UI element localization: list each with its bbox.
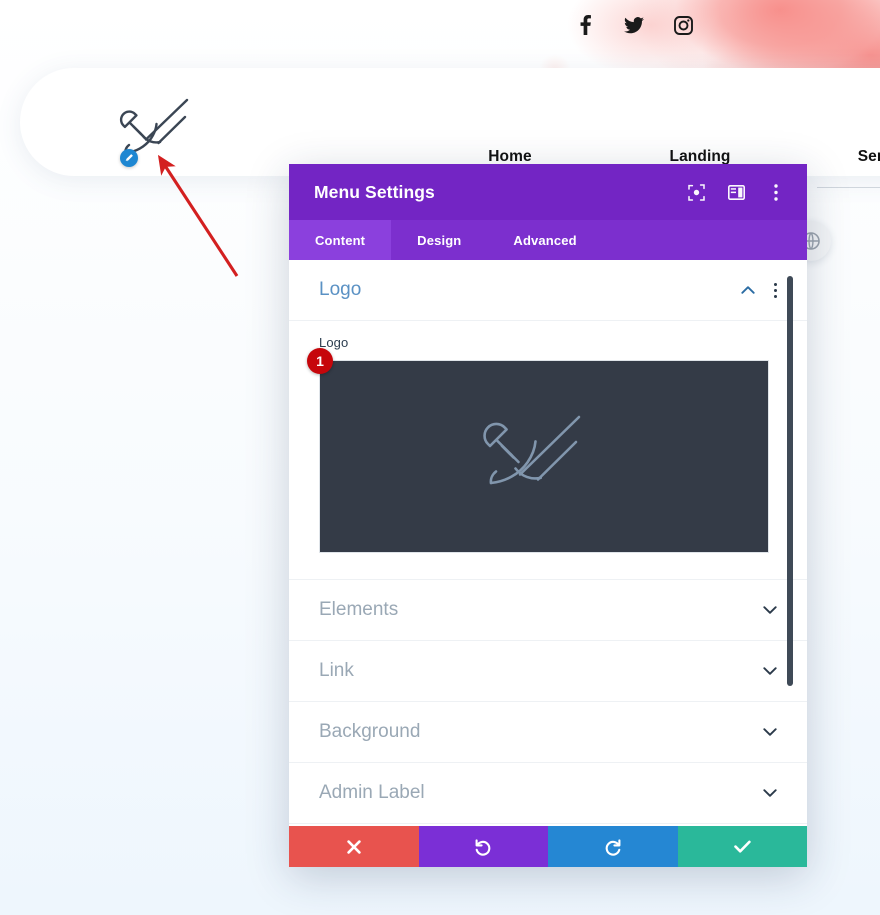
nav-label: Home xyxy=(488,148,532,165)
section-link[interactable]: Link xyxy=(289,641,807,702)
section-logo-actions xyxy=(741,282,777,298)
instagram-icon[interactable] xyxy=(673,13,693,37)
modal-scrollbar-thumb[interactable] xyxy=(787,276,793,686)
nav-label: Services xyxy=(857,148,880,165)
section-logo-header[interactable]: Logo xyxy=(289,260,807,321)
logo-field: Logo 1 xyxy=(289,321,807,580)
chevron-down-icon[interactable] xyxy=(763,786,777,800)
modal-tabs: Content Design Advanced xyxy=(289,220,807,260)
page-root: Home Landing Services Menu Settings xyxy=(0,0,880,915)
social-links xyxy=(575,13,693,37)
more-options-icon[interactable] xyxy=(767,183,785,201)
section-background[interactable]: Background xyxy=(289,702,807,763)
chevron-down-icon[interactable] xyxy=(763,603,777,617)
section-logo: Logo Logo 1 xyxy=(289,260,807,580)
modal-scrollbar-track[interactable] xyxy=(787,260,800,826)
twitter-icon[interactable] xyxy=(624,13,644,37)
chevron-down-icon[interactable] xyxy=(763,725,777,739)
section-logo-title: Logo xyxy=(319,279,362,300)
modal-body: Logo Logo 1 Elements Link Background Adm… xyxy=(289,260,807,826)
cancel-button[interactable] xyxy=(289,826,419,867)
modal-header-actions xyxy=(687,183,785,201)
chevron-up-icon[interactable] xyxy=(741,283,755,297)
section-elements[interactable]: Elements xyxy=(289,580,807,641)
layout-view-icon[interactable] xyxy=(727,183,745,201)
section-link-title: Link xyxy=(319,660,354,681)
logo-field-label: Logo xyxy=(319,335,349,350)
section-background-title: Background xyxy=(319,721,421,742)
modal-footer xyxy=(289,826,807,867)
site-header-bar: Home Landing Services xyxy=(20,68,880,188)
tab-content[interactable]: Content xyxy=(289,220,392,260)
undo-button[interactable] xyxy=(418,826,548,867)
tab-advanced[interactable]: Advanced xyxy=(487,220,602,260)
save-button[interactable] xyxy=(677,826,807,867)
section-admin-label-title: Admin Label xyxy=(319,782,425,803)
section-admin-label[interactable]: Admin Label xyxy=(289,763,807,824)
modal-header: Menu Settings xyxy=(289,164,807,220)
logo-edit-badge[interactable] xyxy=(120,149,138,167)
nav-label: Landing xyxy=(669,148,731,165)
tab-label: Advanced xyxy=(513,232,577,248)
annotation-number-badge: 1 xyxy=(307,348,333,374)
section-more-options-icon[interactable] xyxy=(773,282,777,298)
tab-label: Content xyxy=(315,232,366,248)
nav-item-services[interactable]: Services xyxy=(795,148,880,188)
facebook-icon[interactable] xyxy=(575,13,595,37)
modal-title: Menu Settings xyxy=(314,181,435,202)
section-elements-title: Elements xyxy=(319,599,399,620)
chevron-down-icon[interactable] xyxy=(763,664,777,678)
redo-button[interactable] xyxy=(548,826,678,867)
menu-settings-modal: Menu Settings Content Design Advanced Lo… xyxy=(289,164,807,867)
logo-image-preview[interactable]: 1 xyxy=(307,348,769,553)
tab-design[interactable]: Design xyxy=(391,220,487,260)
tab-label: Design xyxy=(417,232,462,248)
fullscreen-icon[interactable] xyxy=(687,183,705,201)
